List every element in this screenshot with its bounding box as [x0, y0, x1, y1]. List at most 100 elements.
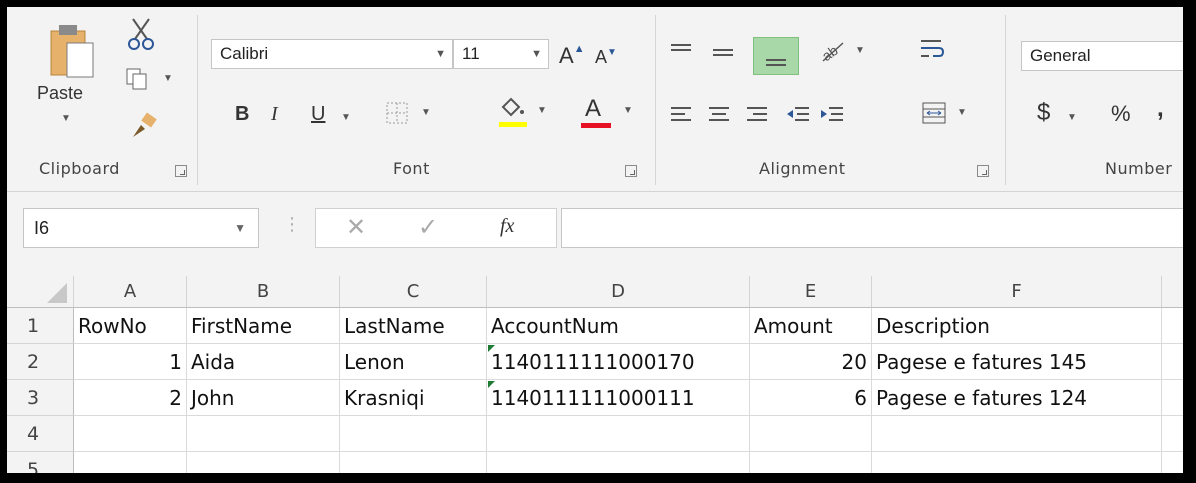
underline-button[interactable]: U ▼ — [311, 103, 351, 126]
group-divider — [1005, 15, 1006, 185]
chevron-down-icon: ▼ — [435, 48, 446, 60]
column-header-a[interactable]: A — [74, 276, 187, 308]
cell-b4[interactable] — [187, 416, 340, 452]
align-bottom-icon — [766, 59, 786, 66]
comma-style-button[interactable]: , — [1157, 95, 1164, 123]
merge-center-button[interactable]: ▼ — [921, 101, 967, 130]
cancel-icon[interactable]: ✕ — [346, 213, 366, 241]
cell-e5[interactable] — [750, 452, 872, 473]
cell-e2[interactable]: 20 — [750, 344, 872, 380]
chevron-down-icon: ▼ — [234, 221, 246, 235]
row-header-3[interactable]: 3 — [7, 380, 74, 416]
row-header-5[interactable]: 5 — [7, 452, 74, 473]
cell-f5[interactable] — [872, 452, 1162, 473]
column-header-d[interactable]: D — [487, 276, 750, 308]
percent-style-button[interactable]: % — [1111, 101, 1131, 127]
alignment-launcher-icon[interactable] — [977, 165, 989, 177]
cell-g2[interactable] — [1162, 344, 1183, 380]
row-header-2[interactable]: 2 — [7, 344, 74, 380]
fill-color-button[interactable]: ▼ — [497, 97, 557, 131]
cell-f1[interactable]: Description — [872, 308, 1162, 344]
decrease-indent-button[interactable] — [785, 105, 811, 130]
orientation-button[interactable]: ab ▼ — [819, 39, 865, 68]
row-header-4[interactable]: 4 — [7, 416, 74, 452]
paste-icon — [50, 25, 94, 78]
font-color-button[interactable]: A ▼ — [579, 95, 641, 131]
cell-f4[interactable] — [872, 416, 1162, 452]
align-bottom-button[interactable] — [753, 37, 799, 75]
cell-c4[interactable] — [340, 416, 487, 452]
name-box[interactable]: I6 ▼ — [23, 208, 259, 248]
brush-icon — [133, 112, 157, 137]
select-all-corner[interactable] — [7, 276, 74, 308]
cell-b2[interactable]: Aida — [187, 344, 340, 380]
cell-c2[interactable]: Lenon — [340, 344, 487, 380]
cell-a2[interactable]: 1 — [74, 344, 187, 380]
increase-indent-button[interactable] — [819, 105, 845, 130]
cell-d1[interactable]: AccountNum — [487, 308, 750, 344]
cell-f3[interactable]: Pagese e fatures 124 — [872, 380, 1162, 416]
cell-d5[interactable] — [487, 452, 750, 473]
format-painter-button[interactable] — [129, 111, 159, 141]
borders-button[interactable]: ▼ — [385, 101, 431, 130]
align-right-button[interactable] — [745, 105, 769, 130]
formula-input[interactable] — [561, 208, 1183, 248]
cell-b1[interactable]: FirstName — [187, 308, 340, 344]
align-center-button[interactable] — [707, 105, 731, 130]
cell-b5[interactable] — [187, 452, 340, 473]
worksheet-grid[interactable]: A B C D E F 1 2 3 4 5 RowNo FirstName La… — [7, 276, 1183, 473]
cell-f2[interactable]: Pagese e fatures 145 — [872, 344, 1162, 380]
bold-button[interactable]: B — [235, 103, 249, 126]
column-header-c[interactable]: C — [340, 276, 487, 308]
font-size-select[interactable]: 11 ▼ — [453, 39, 549, 69]
enter-icon[interactable]: ✓ — [418, 213, 438, 241]
column-header-e[interactable]: E — [750, 276, 872, 308]
align-middle-button[interactable] — [711, 41, 735, 68]
cell-d4[interactable] — [487, 416, 750, 452]
align-left-button[interactable] — [669, 105, 693, 130]
currency-glyph: $ — [1037, 99, 1051, 126]
cell-a3[interactable]: 2 — [74, 380, 187, 416]
cell-c3[interactable]: Krasniqi — [340, 380, 487, 416]
cell-c1[interactable]: LastName — [340, 308, 487, 344]
cell-a5[interactable] — [74, 452, 187, 473]
cell-d2[interactable]: 1140111111000170 — [487, 344, 750, 380]
cell-g1[interactable] — [1162, 308, 1183, 344]
chevron-down-icon: ▼ — [957, 107, 967, 118]
font-family-select[interactable]: Calibri ▼ — [211, 39, 453, 69]
chevron-down-icon: ▼ — [531, 48, 542, 60]
copy-dropdown-arrow[interactable]: ▼ — [163, 73, 173, 84]
paste-dropdown-arrow[interactable]: ▼ — [61, 113, 71, 124]
number-format-select[interactable]: General — [1021, 41, 1183, 71]
cell-g3[interactable] — [1162, 380, 1183, 416]
chevron-down-icon: ▼ — [623, 105, 633, 116]
cell-a1[interactable]: RowNo — [74, 308, 187, 344]
cell-c5[interactable] — [340, 452, 487, 473]
column-header-b[interactable]: B — [187, 276, 340, 308]
cell-e4[interactable] — [750, 416, 872, 452]
cut-button[interactable] — [127, 17, 155, 51]
wrap-text-button[interactable] — [919, 37, 945, 68]
formula-bar-grip-icon[interactable]: ⋮ — [283, 214, 301, 235]
cell-g5[interactable] — [1162, 452, 1183, 473]
paste-button[interactable]: Paste ▼ — [37, 21, 107, 151]
column-header-f[interactable]: F — [872, 276, 1162, 308]
row-header-1[interactable]: 1 — [7, 308, 74, 344]
insert-function-button[interactable]: fx — [500, 215, 514, 238]
cell-b3[interactable]: John — [187, 380, 340, 416]
italic-button[interactable]: I — [271, 103, 278, 126]
decrease-font-button[interactable]: A▼ — [595, 47, 617, 68]
column-header-g[interactable] — [1162, 276, 1183, 308]
increase-font-button[interactable]: A▲ — [559, 43, 585, 69]
copy-button[interactable]: ▼ — [125, 67, 183, 93]
cell-d3[interactable]: 1140111111000111 — [487, 380, 750, 416]
cell-a4[interactable] — [74, 416, 187, 452]
font-group-label: Font — [393, 159, 430, 178]
cell-e3[interactable]: 6 — [750, 380, 872, 416]
font-launcher-icon[interactable] — [625, 165, 637, 177]
clipboard-launcher-icon[interactable] — [175, 165, 187, 177]
cell-g4[interactable] — [1162, 416, 1183, 452]
currency-format-button[interactable]: $ ▼ — [1037, 99, 1077, 127]
cell-e1[interactable]: Amount — [750, 308, 872, 344]
align-top-button[interactable] — [669, 41, 693, 68]
